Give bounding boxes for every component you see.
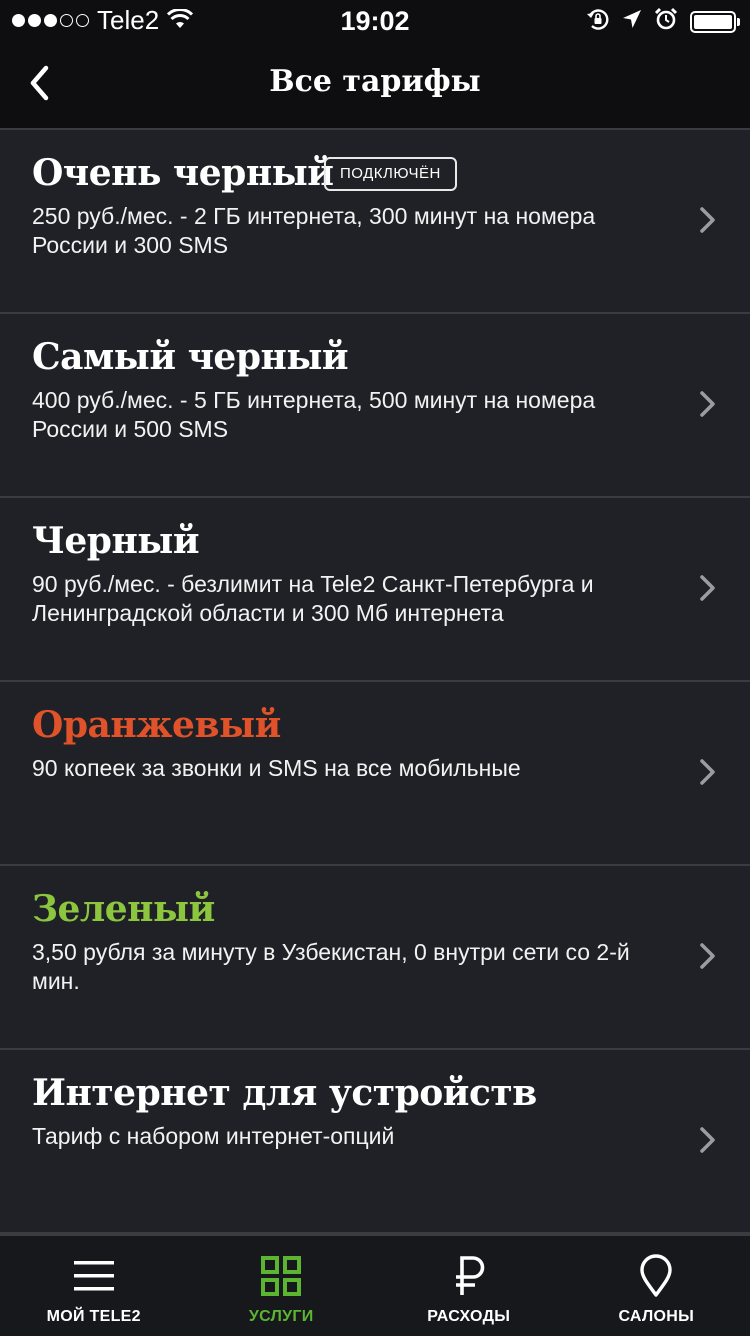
tab-expenses[interactable]: РАСХОДЫ [375, 1236, 563, 1336]
tariff-name: Зеленый [32, 888, 215, 930]
tariff-item-oranzhevy[interactable]: Оранжевый 90 копеек за звонки и SMS на в… [0, 682, 750, 866]
battery-icon [690, 11, 736, 33]
tab-label: МОЙ TELE2 [0, 1308, 188, 1326]
grid-icon [259, 1254, 303, 1298]
chevron-right-icon [696, 1124, 720, 1156]
tab-my-tele2[interactable]: МОЙ TELE2 [0, 1236, 188, 1336]
tariff-item-samy-cherny[interactable]: Самый черный 400 руб./мес. - 5 ГБ интерн… [0, 314, 750, 498]
tariff-description: Тариф с набором интернет-опций [32, 1122, 672, 1151]
tariff-description: 250 руб./мес. - 2 ГБ интернета, 300 мину… [32, 202, 672, 260]
status-bar-right [586, 7, 736, 36]
tariff-name: Интернет для устройств [32, 1072, 537, 1114]
chevron-right-icon [696, 204, 720, 236]
location-pin-icon [634, 1254, 678, 1298]
chevron-right-icon [696, 388, 720, 420]
tab-label: РАСХОДЫ [375, 1308, 563, 1326]
tariff-item-ochen-cherny[interactable]: Очень черный ПОДКЛЮЧЁН 250 руб./мес. - 2… [0, 130, 750, 314]
chevron-right-icon [696, 940, 720, 972]
navigation-bar: Все тарифы [0, 40, 750, 130]
tab-label: УСЛУГИ [188, 1308, 376, 1326]
tab-label: САЛОНЫ [563, 1308, 750, 1326]
tab-services[interactable]: УСЛУГИ [188, 1236, 376, 1336]
rotation-lock-icon [586, 7, 610, 36]
tariff-name: Очень черный [32, 152, 334, 194]
alarm-icon [654, 7, 678, 36]
tab-bar: МОЙ TELE2 УСЛУГИ РАСХОДЫ САЛОНЫ [0, 1234, 750, 1336]
ruble-icon [447, 1254, 491, 1298]
connected-badge: ПОДКЛЮЧЁН [324, 157, 457, 191]
status-bar: Tele2 19:02 [0, 0, 750, 40]
tariff-name: Самый черный [32, 336, 348, 378]
tariff-description: 90 копеек за звонки и SMS на все мобильн… [32, 754, 672, 783]
tariff-item-internet-devices[interactable]: Интернет для устройств Тариф с набором и… [0, 1050, 750, 1234]
tab-stores[interactable]: САЛОНЫ [563, 1236, 750, 1336]
tariff-description: 90 руб./мес. - безлимит на Tele2 Санкт-П… [32, 570, 672, 628]
tariff-item-cherny[interactable]: Черный 90 руб./мес. - безлимит на Tele2 … [0, 498, 750, 682]
chevron-right-icon [696, 756, 720, 788]
chevron-right-icon [696, 572, 720, 604]
menu-icon [72, 1254, 116, 1298]
tariff-item-zeleny[interactable]: Зеленый 3,50 рубля за минуту в Узбекиста… [0, 866, 750, 1050]
tariff-description: 400 руб./мес. - 5 ГБ интернета, 500 мину… [32, 386, 672, 444]
tariff-name: Оранжевый [32, 704, 281, 746]
tariff-list: Очень черный ПОДКЛЮЧЁН 250 руб./мес. - 2… [0, 130, 750, 1234]
tariff-description: 3,50 рубля за минуту в Узбекистан, 0 вну… [32, 938, 672, 996]
page-title: Все тарифы [0, 64, 750, 99]
tariff-name: Черный [32, 520, 199, 562]
location-arrow-icon [622, 9, 642, 34]
